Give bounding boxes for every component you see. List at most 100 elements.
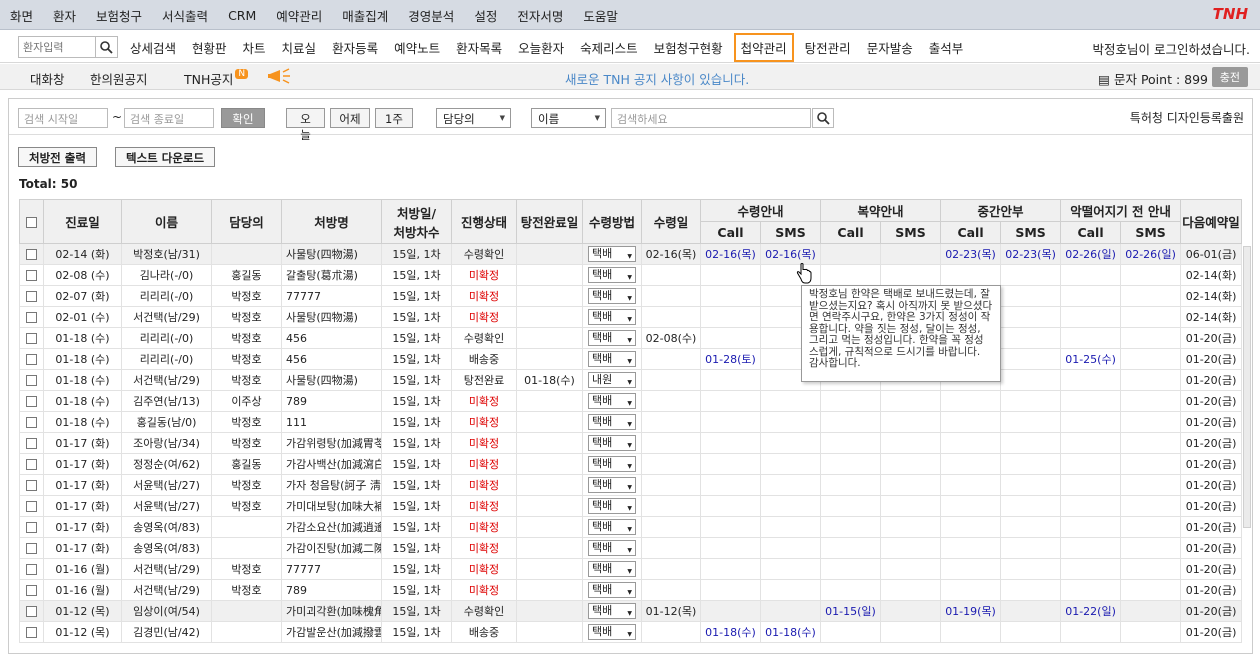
cell-status[interactable]: 미확정 (451, 558, 517, 580)
col-next-appointment[interactable]: 다음예약일 (1180, 199, 1243, 244)
cell-sms-date[interactable] (1000, 306, 1062, 328)
row-checkbox[interactable] (26, 375, 37, 386)
receive-method-select[interactable]: 내원 (588, 372, 636, 390)
cell-date[interactable]: 01-12 (목) (43, 600, 122, 622)
receive-method-select[interactable]: 택배 (588, 393, 636, 411)
row-checkbox[interactable] (26, 459, 37, 470)
cell-sms-date[interactable] (1000, 264, 1062, 286)
cell-call-date[interactable]: 01-19(목) (940, 600, 1002, 622)
confirm-button[interactable]: 확인 (221, 108, 265, 128)
cell-call-date[interactable] (700, 537, 761, 559)
col-doctor[interactable]: 담당의 (211, 199, 282, 244)
cell-status[interactable]: 미확정 (451, 474, 517, 496)
cell-sms-date[interactable] (759, 411, 822, 433)
table-row[interactable]: 01-17 (화)서윤택(남/27)박정호가미대보탕(加味大補湯)15일, 1차… (19, 495, 1243, 517)
cell-prescription[interactable]: 가감이진탕(加減二陳湯) (281, 537, 382, 559)
cell-call-date[interactable] (820, 537, 882, 559)
row-checkbox[interactable] (26, 543, 37, 554)
cell-next-appointment[interactable]: 01-20(금) (1180, 327, 1243, 349)
cell-call-date[interactable] (1060, 621, 1122, 643)
cell-call-date[interactable] (820, 516, 882, 538)
table-row[interactable]: 02-07 (화)리리리(-/0)박정호7777715일, 1차미확정 택배 02-… (19, 285, 1243, 307)
cell-status[interactable]: 미확정 (451, 495, 517, 517)
table-row[interactable]: 01-12 (목)임상이(여/54) 가미괴각환(加味槐角丸)15일, 1차수령확… (19, 600, 1243, 622)
cell-call-date[interactable] (700, 558, 761, 580)
nav-item[interactable]: 탕전관리 (797, 38, 859, 57)
cell-sms-date[interactable] (1120, 600, 1182, 622)
cell-call-date[interactable] (1060, 495, 1122, 517)
top-menu-item[interactable]: 경영분석 (408, 6, 454, 25)
cell-next-appointment[interactable]: 01-20(금) (1180, 453, 1243, 475)
cell-call-date[interactable] (940, 390, 1002, 412)
table-row[interactable]: 01-16 (월)서건택(남/29)박정호78915일, 1차미확정 택배 01-2… (19, 579, 1243, 601)
cell-sms-date[interactable] (1120, 264, 1182, 286)
cell-sms-date[interactable] (1120, 306, 1182, 328)
cell-sms-date[interactable] (1000, 369, 1062, 391)
cell-sms-date[interactable] (1120, 537, 1182, 559)
cell-name[interactable]: 리리리(-/0) (121, 285, 212, 307)
keyword-search-icon[interactable] (812, 108, 834, 128)
cell-status[interactable]: 미확정 (451, 516, 517, 538)
cell-call-date[interactable] (940, 495, 1002, 517)
cell-name[interactable]: 조아랑(남/34) (121, 432, 212, 454)
top-menu-item[interactable]: 전자서명 (517, 6, 563, 25)
receive-method-select[interactable]: 택배 (588, 414, 636, 432)
cell-name[interactable]: 임상이(여/54) (121, 600, 212, 622)
nav-item[interactable]: 첩약관리 (733, 32, 794, 62)
row-checkbox[interactable] (26, 354, 37, 365)
cell-call-date[interactable] (1060, 390, 1122, 412)
cell-call-date[interactable] (1060, 579, 1122, 601)
cell-sms-date[interactable] (1000, 495, 1062, 517)
cell-call-date[interactable] (940, 432, 1002, 454)
cell-call-date[interactable] (1060, 516, 1122, 538)
cell-name[interactable]: 홍길동(남/0) (121, 411, 212, 433)
cell-next-appointment[interactable]: 01-20(금) (1180, 537, 1243, 559)
row-checkbox[interactable] (26, 438, 37, 449)
cell-call-date[interactable] (1060, 558, 1122, 580)
cell-call-date[interactable] (940, 411, 1002, 433)
cell-call-date[interactable] (940, 453, 1002, 475)
top-menu-item[interactable]: 환자 (53, 6, 76, 25)
cell-date[interactable]: 01-18 (수) (43, 348, 122, 370)
cell-next-appointment[interactable]: 01-20(금) (1180, 348, 1243, 370)
cell-prescription[interactable]: 가자 청음탕(訶子 淸音湯) (281, 474, 382, 496)
cell-call-date[interactable] (1060, 432, 1122, 454)
cell-sms-date[interactable]: 02-16(목) (759, 243, 822, 265)
cell-call-date[interactable] (700, 327, 761, 349)
cell-sms-date[interactable] (759, 579, 822, 601)
cell-sms-date[interactable] (1120, 390, 1182, 412)
cell-sms-date[interactable] (1120, 621, 1182, 643)
row-checkbox[interactable] (26, 417, 37, 428)
cell-call-date[interactable] (940, 621, 1002, 643)
chat-link[interactable]: 대화창 (30, 69, 65, 88)
row-checkbox[interactable] (26, 396, 37, 407)
cell-sms-date[interactable]: 02-23(목) (1000, 243, 1062, 265)
cell-prescription[interactable]: 사물탕(四物湯) (281, 243, 382, 265)
cell-status[interactable]: 미확정 (451, 285, 517, 307)
cell-sms-date[interactable] (880, 495, 942, 517)
cell-sms-date[interactable] (880, 453, 942, 475)
cell-call-date[interactable] (1060, 474, 1122, 496)
cell-call-date[interactable] (700, 474, 761, 496)
cell-sms-date[interactable] (1120, 411, 1182, 433)
cell-sms-date[interactable] (1120, 453, 1182, 475)
today-button[interactable]: 오늘 (286, 108, 325, 142)
cell-name[interactable]: 송영옥(여/83) (121, 537, 212, 559)
cell-status[interactable]: 미확정 (451, 537, 517, 559)
row-checkbox[interactable] (26, 564, 37, 575)
nav-item[interactable]: 현황판 (184, 38, 235, 57)
cell-sms-date[interactable] (759, 390, 822, 412)
cell-date[interactable]: 02-01 (수) (43, 306, 122, 328)
cell-sms-date[interactable] (759, 432, 822, 454)
cell-call-date[interactable] (1060, 264, 1122, 286)
cell-sms-date[interactable] (759, 558, 822, 580)
cell-prescription[interactable]: 가감발운산(加減撥雲散) (281, 621, 382, 643)
cell-prescription[interactable]: 가감위령탕(加減胃苓湯) (281, 432, 382, 454)
cell-call-date[interactable] (940, 558, 1002, 580)
receive-method-select[interactable]: 택배 (588, 330, 636, 348)
top-menu-item[interactable]: CRM (228, 8, 256, 23)
cell-sms-date[interactable] (880, 264, 942, 286)
cell-status[interactable]: 미확정 (451, 579, 517, 601)
cell-status[interactable]: 수령확인 (451, 327, 517, 349)
col-rx-day[interactable]: 처방일/처방차수 (381, 199, 452, 244)
